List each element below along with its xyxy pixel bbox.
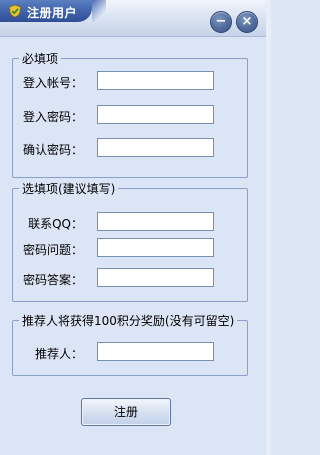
account-label: 登入帐号：: [22, 76, 83, 90]
title-bar[interactable]: 注册用户 − ×: [0, 0, 266, 37]
referrer-group: 推荐人将获得100积分奖励(没有可留空) 推荐人：: [12, 312, 248, 376]
confirm-password-label: 确认密码：: [22, 143, 83, 157]
register-button[interactable]: 注册: [81, 398, 171, 426]
password-row: 登入密码：: [13, 105, 247, 127]
shield-check-icon: [9, 4, 21, 18]
optional-group: 选填项(建议填写) 联系QQ： 密码问题： 密码答案：: [12, 180, 248, 302]
required-group: 必填项 登入帐号： 登入密码： 确认密码：: [12, 50, 248, 178]
required-legend: 必填项: [19, 50, 62, 67]
question-input[interactable]: [97, 238, 214, 257]
qq-label: 联系QQ：: [28, 217, 83, 231]
minimize-button[interactable]: −: [210, 11, 232, 33]
qq-row: 联系QQ：: [13, 212, 247, 234]
close-icon: ×: [241, 14, 253, 29]
referrer-label: 推荐人：: [34, 347, 83, 361]
confirm-password-row: 确认密码：: [13, 138, 247, 160]
question-label: 密码问题：: [22, 243, 83, 257]
answer-row: 密码答案：: [13, 268, 247, 290]
qq-input[interactable]: [97, 212, 214, 231]
referrer-row: 推荐人：: [13, 342, 247, 364]
close-button[interactable]: ×: [236, 11, 258, 33]
window-title: 注册用户: [27, 6, 78, 20]
referrer-input[interactable]: [97, 342, 214, 361]
optional-legend: 选填项(建议填写): [19, 180, 119, 197]
answer-label: 密码答案：: [22, 273, 83, 287]
question-row: 密码问题：: [13, 238, 247, 260]
register-window: 注册用户 − × 必填项 登入帐号： 登入密码： 确认密码： 选填项(建议填写)…: [0, 0, 267, 455]
minimize-icon: −: [215, 14, 227, 29]
account-row: 登入帐号：: [13, 71, 247, 93]
confirm-password-input[interactable]: [97, 138, 214, 157]
password-label: 登入密码：: [22, 110, 83, 124]
answer-input[interactable]: [97, 268, 214, 287]
window-edge: [266, 0, 271, 455]
account-input[interactable]: [97, 71, 214, 90]
referrer-legend: 推荐人将获得100积分奖励(没有可留空): [19, 312, 238, 329]
password-input[interactable]: [97, 105, 214, 124]
